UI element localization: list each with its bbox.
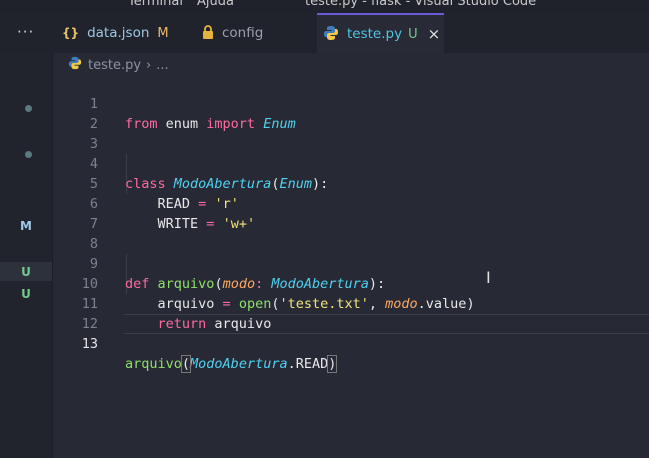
code-line: 3 <box>52 114 649 152</box>
breadcrumb-file[interactable]: teste.py <box>88 58 141 73</box>
breadcrumb-separator: › <box>146 57 152 73</box>
code-line: 9 def arquivo(modo: ModoAbertura): <box>52 234 649 292</box>
code-line: 4 class ModoAbertura(Enum): <box>52 134 649 192</box>
scm-marker-untracked[interactable]: U <box>0 265 52 279</box>
line-number: 13 <box>81 336 98 352</box>
code-line-current: 13 arquivo(ModoAbertura.READ) <box>52 314 649 373</box>
menu-bar: Terminal Ajuda teste.py - flask - Visual… <box>0 0 649 13</box>
code-line: 10 arquivo = open('teste.txt', modo.valu… <box>52 254 649 312</box>
python-icon <box>68 56 82 74</box>
code-line: 11 return arquivo <box>52 274 649 332</box>
tab-data-json[interactable]: {} data.json M <box>52 13 186 53</box>
menu-terminal[interactable]: Terminal <box>128 0 183 9</box>
scm-gutter: M U U <box>0 53 53 458</box>
tab-label: config <box>222 25 264 41</box>
code-line: 8 <box>52 214 649 252</box>
window-title: teste.py - flask - Visual Studio Code <box>305 0 537 9</box>
code-line: 1 from enum import Enum <box>52 74 649 132</box>
breadcrumb: teste.py › ... <box>68 55 169 75</box>
code-line: 12 <box>52 294 649 332</box>
more-actions-icon[interactable]: ··· <box>17 23 34 41</box>
scm-marker-untracked[interactable]: U <box>0 287 52 301</box>
tab-label: teste.py <box>347 26 403 42</box>
change-dot-icon <box>25 151 32 158</box>
json-icon: {} <box>62 26 80 40</box>
python-icon <box>323 25 339 44</box>
code-line: 7 <box>52 194 649 232</box>
code-editor[interactable]: 1 from enum import Enum 2 3 4 class Modo… <box>52 74 649 458</box>
tab-label: data.json <box>87 25 150 41</box>
text-cursor-icon: I <box>486 268 491 287</box>
code-line: 6 WRITE = 'w+' <box>52 174 649 232</box>
close-icon[interactable]: × <box>428 25 441 43</box>
breadcrumb-rest[interactable]: ... <box>156 58 168 73</box>
tab-config[interactable]: config <box>192 13 312 53</box>
change-dot-icon <box>25 105 32 112</box>
code-line: 2 <box>52 94 649 132</box>
tab-teste-py[interactable]: teste.py U × <box>317 13 444 53</box>
lock-icon <box>202 24 214 42</box>
modified-badge: M <box>157 25 169 41</box>
untracked-badge: U <box>408 26 418 42</box>
tab-bar: ··· {} data.json M config teste.py U × <box>0 13 649 53</box>
menu-ajuda[interactable]: Ajuda <box>197 0 234 9</box>
code-line: 5 READ = 'r' <box>52 154 649 212</box>
scm-marker-modified[interactable]: M <box>0 219 52 233</box>
